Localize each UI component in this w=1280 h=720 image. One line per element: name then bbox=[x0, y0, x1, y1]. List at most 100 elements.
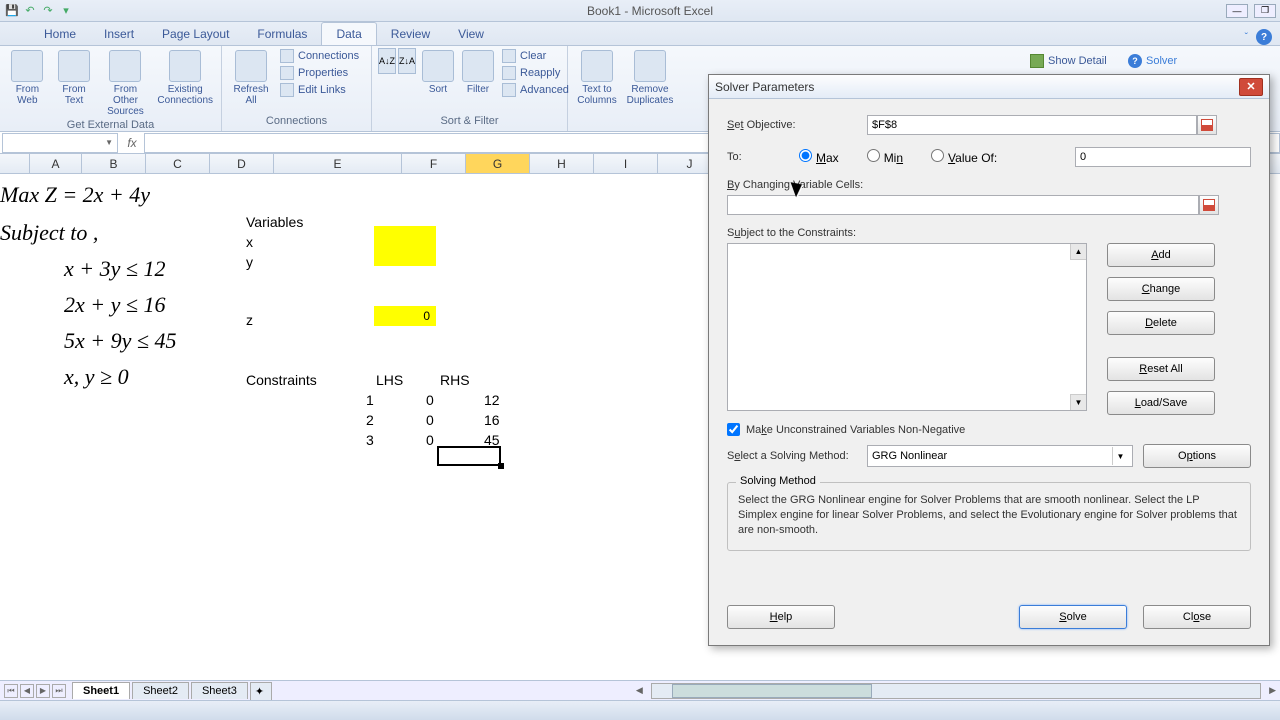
tab-review[interactable]: Review bbox=[377, 23, 444, 45]
tab-view[interactable]: View bbox=[444, 23, 498, 45]
sources-icon bbox=[109, 50, 141, 82]
qat-more-icon[interactable]: ▾ bbox=[58, 3, 74, 19]
clear-button[interactable]: Clear bbox=[500, 48, 571, 64]
restore-button[interactable]: ❐ bbox=[1254, 4, 1276, 18]
non-negativity: x, y ≥ 0 bbox=[64, 364, 129, 390]
group-label bbox=[574, 115, 702, 129]
advanced-button[interactable]: Advanced bbox=[500, 82, 571, 98]
existing-connections-button[interactable]: Existing Connections bbox=[155, 48, 215, 108]
z-cell[interactable]: 0 bbox=[374, 306, 436, 326]
valueof-input[interactable] bbox=[1075, 147, 1251, 167]
range-picker-button[interactable] bbox=[1197, 115, 1217, 135]
constraints-listbox[interactable]: ▲ ▼ bbox=[727, 243, 1087, 411]
redo-icon[interactable]: ↷ bbox=[40, 3, 56, 19]
add-button[interactable]: Add bbox=[1107, 243, 1215, 267]
changing-cells-input[interactable] bbox=[727, 195, 1199, 215]
objective-input[interactable] bbox=[867, 115, 1197, 135]
horizontal-scrollbar[interactable] bbox=[651, 683, 1261, 699]
next-sheet-icon[interactable]: ▶ bbox=[36, 684, 50, 698]
options-button[interactable]: Options bbox=[1143, 444, 1251, 468]
hscroll-left-icon[interactable]: ◀ bbox=[632, 685, 647, 696]
tab-insert[interactable]: Insert bbox=[90, 23, 148, 45]
connections-icon bbox=[169, 50, 201, 82]
fx-icon[interactable]: fx bbox=[120, 136, 144, 150]
sort-az-icon[interactable]: A↓Z bbox=[378, 48, 396, 74]
dialog-titlebar[interactable]: Solver Parameters ✕ bbox=[709, 75, 1269, 99]
help-icon[interactable]: ? bbox=[1256, 29, 1272, 45]
scroll-down-icon[interactable]: ▼ bbox=[1070, 394, 1086, 410]
edit-links-icon bbox=[280, 83, 294, 97]
remove-duplicates-button[interactable]: Remove Duplicates bbox=[624, 48, 676, 108]
text-to-columns-button[interactable]: Text to Columns bbox=[574, 48, 620, 108]
scrollbar-thumb[interactable] bbox=[672, 684, 872, 698]
delete-button[interactable]: Delete bbox=[1107, 311, 1215, 335]
reapply-button[interactable]: Reapply bbox=[500, 65, 571, 81]
solving-method-select[interactable]: GRG Nonlinear ▼ bbox=[867, 445, 1133, 467]
solve-button[interactable]: Solve bbox=[1019, 605, 1127, 629]
properties-button[interactable]: Properties bbox=[278, 65, 361, 81]
select-all-corner[interactable] bbox=[0, 154, 30, 173]
edit-links-button[interactable]: Edit Links bbox=[278, 82, 361, 98]
sort-za-icon[interactable]: Z↓A bbox=[398, 48, 416, 74]
col-header[interactable]: F bbox=[402, 154, 466, 173]
text-file-icon bbox=[58, 50, 90, 82]
lhs-val: 0 bbox=[426, 432, 434, 448]
group-label: Sort & Filter bbox=[378, 115, 561, 129]
objective-formula: Max Z = 2x + 4y bbox=[0, 182, 150, 208]
constraint-3: 5x + 9y ≤ 45 bbox=[64, 328, 176, 354]
reset-all-button[interactable]: Reset All bbox=[1107, 357, 1215, 381]
valueof-radio[interactable]: Value Of: bbox=[931, 149, 997, 165]
tab-page-layout[interactable]: Page Layout bbox=[148, 23, 243, 45]
tab-home[interactable]: Home bbox=[30, 23, 90, 45]
change-button[interactable]: Change bbox=[1107, 277, 1215, 301]
sheet-tab-1[interactable]: Sheet1 bbox=[72, 682, 130, 699]
filter-button[interactable]: Filter bbox=[460, 48, 496, 97]
undo-icon[interactable]: ↶ bbox=[22, 3, 38, 19]
hscroll-right-icon[interactable]: ▶ bbox=[1265, 685, 1280, 696]
prev-sheet-icon[interactable]: ◀ bbox=[20, 684, 34, 698]
scroll-up-icon[interactable]: ▲ bbox=[1070, 244, 1086, 260]
chevron-down-icon[interactable]: ▼ bbox=[105, 138, 113, 147]
sheet-tab-2[interactable]: Sheet2 bbox=[132, 682, 189, 699]
selected-cell[interactable] bbox=[437, 446, 501, 466]
plus-icon bbox=[1030, 54, 1044, 68]
col-header[interactable]: B bbox=[82, 154, 146, 173]
first-sheet-icon[interactable]: ⏮ bbox=[4, 684, 18, 698]
col-header[interactable]: I bbox=[594, 154, 658, 173]
ribbon-minimize-icon[interactable]: ˇ bbox=[1245, 32, 1248, 43]
max-radio[interactable]: Max bbox=[799, 149, 839, 165]
solver-button[interactable]: Solver bbox=[1128, 54, 1177, 68]
tab-formulas[interactable]: Formulas bbox=[243, 23, 321, 45]
name-box[interactable]: ▼ bbox=[2, 133, 118, 153]
load-save-button[interactable]: Load/Save bbox=[1107, 391, 1215, 415]
chevron-down-icon[interactable]: ▼ bbox=[1112, 447, 1128, 465]
minimize-button[interactable]: — bbox=[1226, 4, 1248, 18]
connections-button[interactable]: Connections bbox=[278, 48, 361, 64]
range-picker-button[interactable] bbox=[1199, 195, 1219, 215]
close-button[interactable]: Close bbox=[1143, 605, 1251, 629]
show-detail-button[interactable]: Show Detail bbox=[1030, 54, 1107, 68]
from-other-sources-button[interactable]: From Other Sources bbox=[99, 48, 151, 119]
nonneg-checkbox[interactable]: Make Unconstrained Variables Non-Negativ… bbox=[727, 423, 1251, 436]
save-icon[interactable]: 💾 bbox=[4, 3, 20, 19]
col-header[interactable]: E bbox=[274, 154, 402, 173]
refresh-all-button[interactable]: Refresh All bbox=[228, 48, 274, 108]
help-button[interactable]: Help bbox=[727, 605, 835, 629]
close-button[interactable]: ✕ bbox=[1239, 78, 1263, 96]
tab-data[interactable]: Data bbox=[321, 22, 376, 45]
changing-cells-label: By Changing Variable Cells: bbox=[727, 179, 1251, 191]
from-web-button[interactable]: From Web bbox=[6, 48, 49, 108]
col-header[interactable]: D bbox=[210, 154, 274, 173]
sort-button[interactable]: Sort bbox=[420, 48, 456, 97]
col-header[interactable]: G bbox=[466, 154, 530, 173]
xy-cells-highlight[interactable] bbox=[374, 226, 436, 266]
from-text-button[interactable]: From Text bbox=[53, 48, 96, 108]
sheet-tab-3[interactable]: Sheet3 bbox=[191, 682, 248, 699]
min-radio[interactable]: Min bbox=[867, 149, 903, 165]
col-header[interactable]: A bbox=[30, 154, 82, 173]
new-sheet-button[interactable]: ✦ bbox=[250, 682, 272, 700]
last-sheet-icon[interactable]: ⏭ bbox=[52, 684, 66, 698]
col-header[interactable]: C bbox=[146, 154, 210, 173]
col-header[interactable]: H bbox=[530, 154, 594, 173]
fill-handle[interactable] bbox=[498, 463, 504, 469]
